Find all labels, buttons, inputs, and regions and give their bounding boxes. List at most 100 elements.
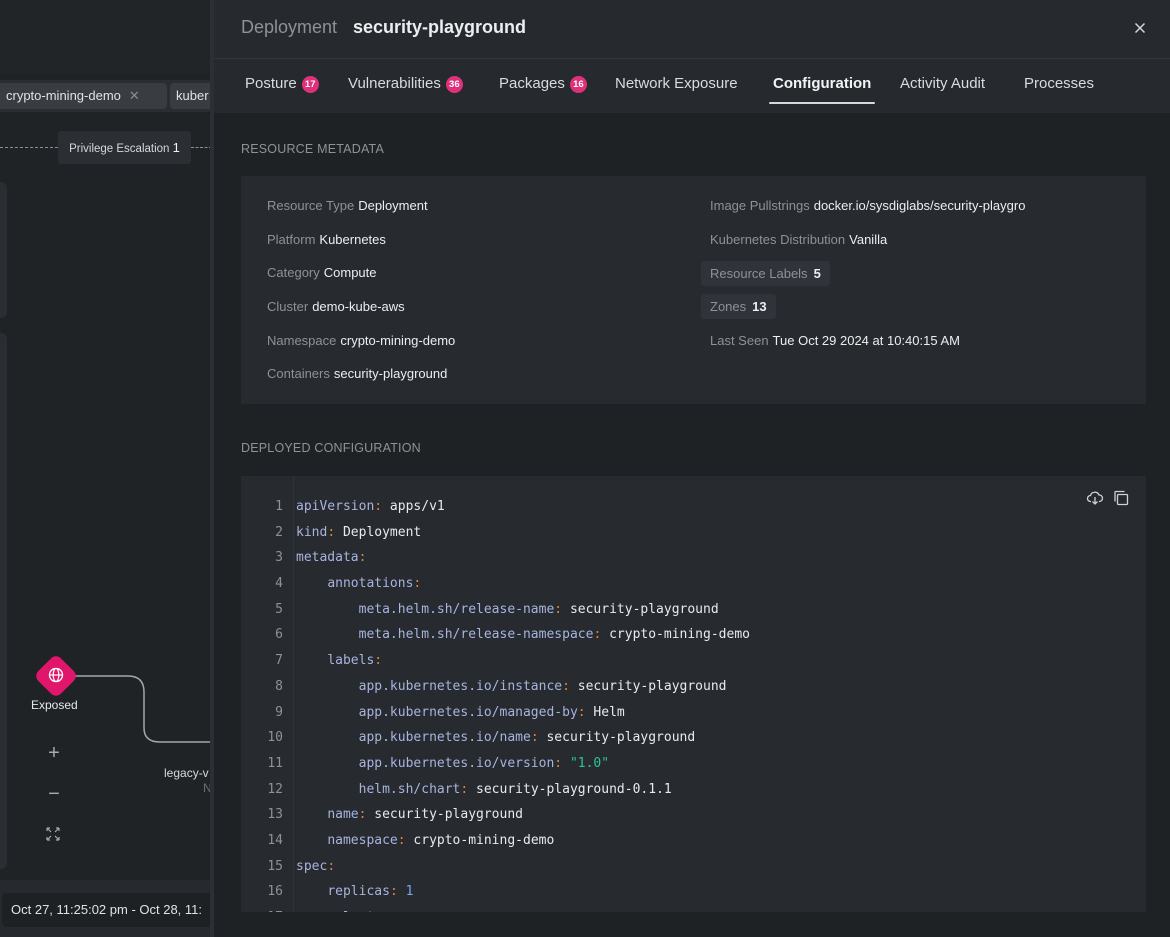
path-label-text: Privilege Escalation xyxy=(69,143,170,155)
code-text: app.kubernetes.io/instance: security-pla… xyxy=(358,678,727,694)
line-number: 13 xyxy=(267,807,283,823)
graph-edge xyxy=(72,675,220,743)
code-text: app.kubernetes.io/managed-by: Helm xyxy=(358,704,625,720)
code-line: 8 app.kubernetes.io/instance: security-p… xyxy=(241,674,750,700)
code-line: 1 apiVersion: apps/v1 xyxy=(241,494,750,520)
filter-chip-bar: crypto-mining-demo ✕ kuber xyxy=(0,80,212,112)
count-badge: 36 xyxy=(445,76,463,93)
code-text: namespace: crypto-mining-demo xyxy=(327,832,555,848)
yaml-key: meta.helm.sh/release-namespace xyxy=(358,627,594,643)
canvas-top-bar xyxy=(0,0,212,74)
zoom-out-button[interactable]: − xyxy=(44,784,64,804)
yaml-code-viewer[interactable]: 1 apiVersion: apps/v1 2 kind: Deployment 3 me… xyxy=(241,476,1146,912)
code-line: 17 selector: xyxy=(241,905,750,912)
metadata-image-pullstrings: Image Pullstrings docker.io/sysdiglabs/se… xyxy=(710,198,1025,213)
resource-type-title: Deployment xyxy=(241,17,338,37)
yaml-value: "1.0" xyxy=(562,755,610,771)
side-panel-edge xyxy=(0,333,7,869)
metadata-kubernetes-distribution: Kubernetes Distribution Vanilla xyxy=(710,232,888,247)
drawer-header: Deployment security-playground xyxy=(214,0,1170,59)
drawer-tabs: Posture 17 Vulnerabilities 36 Packages 16 N… xyxy=(214,59,1170,113)
yaml-value: 1 xyxy=(397,884,414,900)
code-text: helm.sh/chart: security-playground-0.1.1 xyxy=(358,781,672,797)
fit-view-icon[interactable] xyxy=(45,826,61,842)
yaml-key: app.kubernetes.io/name xyxy=(358,730,531,746)
yaml-value: security-playground-0.1.1 xyxy=(468,781,672,797)
metadata-cluster: Cluster demo-kube-aws xyxy=(267,299,405,314)
code-toolbar xyxy=(1086,489,1130,507)
line-number: 14 xyxy=(267,832,283,848)
code-line: 11 app.kubernetes.io/version: "1.0" xyxy=(241,751,750,777)
code-line: 3 metadata: xyxy=(241,545,750,571)
code-lines: 1 apiVersion: apps/v1 2 kind: Deployment 3 me… xyxy=(241,494,750,912)
code-line: 2 kind: Deployment xyxy=(241,520,750,546)
metadata-last-seen: Last Seen Tue Oct 29 2024 at 10:40:15 AM xyxy=(710,333,960,348)
tab-label: Packages xyxy=(499,75,565,92)
path-connector xyxy=(0,147,58,148)
close-icon[interactable] xyxy=(1132,20,1148,36)
line-number: 9 xyxy=(275,704,283,720)
code-line: 4 annotations: xyxy=(241,571,750,597)
code-line: 12 helm.sh/chart: security-playground-0.… xyxy=(241,777,750,803)
code-text: labels: xyxy=(327,653,383,669)
code-line: 5 meta.helm.sh/release-name: security-pl… xyxy=(241,597,750,623)
yaml-key: name xyxy=(327,807,359,823)
line-number: 2 xyxy=(275,524,283,540)
zoom-in-button[interactable]: + xyxy=(44,743,64,763)
line-number: 6 xyxy=(275,627,283,643)
tab-network-exposure[interactable]: Network Exposure xyxy=(615,75,738,101)
code-text: annotations: xyxy=(327,576,422,592)
tab-label: Processes xyxy=(1024,75,1095,92)
yaml-key: helm.sh/chart xyxy=(358,781,461,797)
count-badge: 16 xyxy=(569,76,587,93)
yaml-key: app.kubernetes.io/version xyxy=(358,755,555,771)
code-line: 16 replicas: 1 xyxy=(241,879,750,905)
code-line: 9 app.kubernetes.io/managed-by: Helm xyxy=(241,700,750,726)
resource-metadata-panel: Resource Type Deployment Platform Kubernet… xyxy=(241,176,1146,404)
tab-configuration[interactable]: Configuration xyxy=(768,75,876,104)
yaml-key: kind xyxy=(296,524,328,540)
yaml-value: security-playground xyxy=(538,730,696,746)
tab-label: Configuration xyxy=(773,75,872,92)
path-label-count: 1 xyxy=(172,140,180,155)
tab-vulnerabilities[interactable]: Vulnerabilities 36 xyxy=(348,75,463,101)
filter-chip[interactable]: crypto-mining-demo ✕ xyxy=(0,83,167,109)
line-number: 4 xyxy=(275,576,283,592)
code-text: metadata: xyxy=(296,550,367,566)
yaml-key: spec xyxy=(296,858,328,874)
yaml-key: apiVersion xyxy=(296,499,375,514)
line-number: 1 xyxy=(275,499,283,514)
resource-labels-button[interactable]: Resource Labels 5 xyxy=(701,261,830,286)
graph-canvas: crypto-mining-demo ✕ kuber Privilege Esca… xyxy=(0,0,220,937)
tab-label: Vulnerabilities xyxy=(348,75,441,92)
tab-packages[interactable]: Packages 16 xyxy=(499,75,587,101)
count-badge: 17 xyxy=(301,76,319,93)
code-text: app.kubernetes.io/name: security-playgro… xyxy=(358,730,696,746)
yaml-value: security-playground xyxy=(366,807,523,823)
code-text: kind: Deployment xyxy=(296,524,422,540)
yaml-value: security-playground xyxy=(569,678,727,694)
section-title-resource-metadata: RESOURCE METADATA xyxy=(241,142,384,156)
yaml-key: selector xyxy=(327,910,390,912)
tab-processes[interactable]: Processes xyxy=(1024,75,1094,101)
yaml-key: labels xyxy=(327,653,375,669)
side-panel-edge xyxy=(0,182,7,318)
yaml-value: crypto-mining-demo xyxy=(405,832,555,848)
yaml-key: metadata xyxy=(296,550,359,566)
code-text: meta.helm.sh/release-name: security-play… xyxy=(358,601,719,617)
yaml-key: replicas xyxy=(327,884,390,900)
zones-button[interactable]: Zones 13 xyxy=(701,294,776,319)
copy-icon[interactable] xyxy=(1112,489,1130,507)
code-text: selector: xyxy=(283,905,397,912)
tab-posture[interactable]: Posture 17 xyxy=(245,75,319,101)
filter-chip-label: crypto-mining-demo xyxy=(6,88,121,103)
tab-activity-audit[interactable]: Activity Audit xyxy=(900,75,985,101)
close-icon[interactable]: ✕ xyxy=(129,88,140,103)
date-range-picker[interactable]: Oct 27, 11:25:02 pm - Oct 28, 11: xyxy=(2,893,212,927)
yaml-key: meta.helm.sh/release-name xyxy=(358,601,555,617)
filter-chip[interactable]: kuber xyxy=(170,83,212,109)
line-number: 16 xyxy=(267,884,283,900)
path-label-privilege-escalation[interactable]: Privilege Escalation 1 xyxy=(58,131,191,164)
cloud-download-icon[interactable] xyxy=(1086,489,1104,507)
line-number: 15 xyxy=(267,858,283,874)
